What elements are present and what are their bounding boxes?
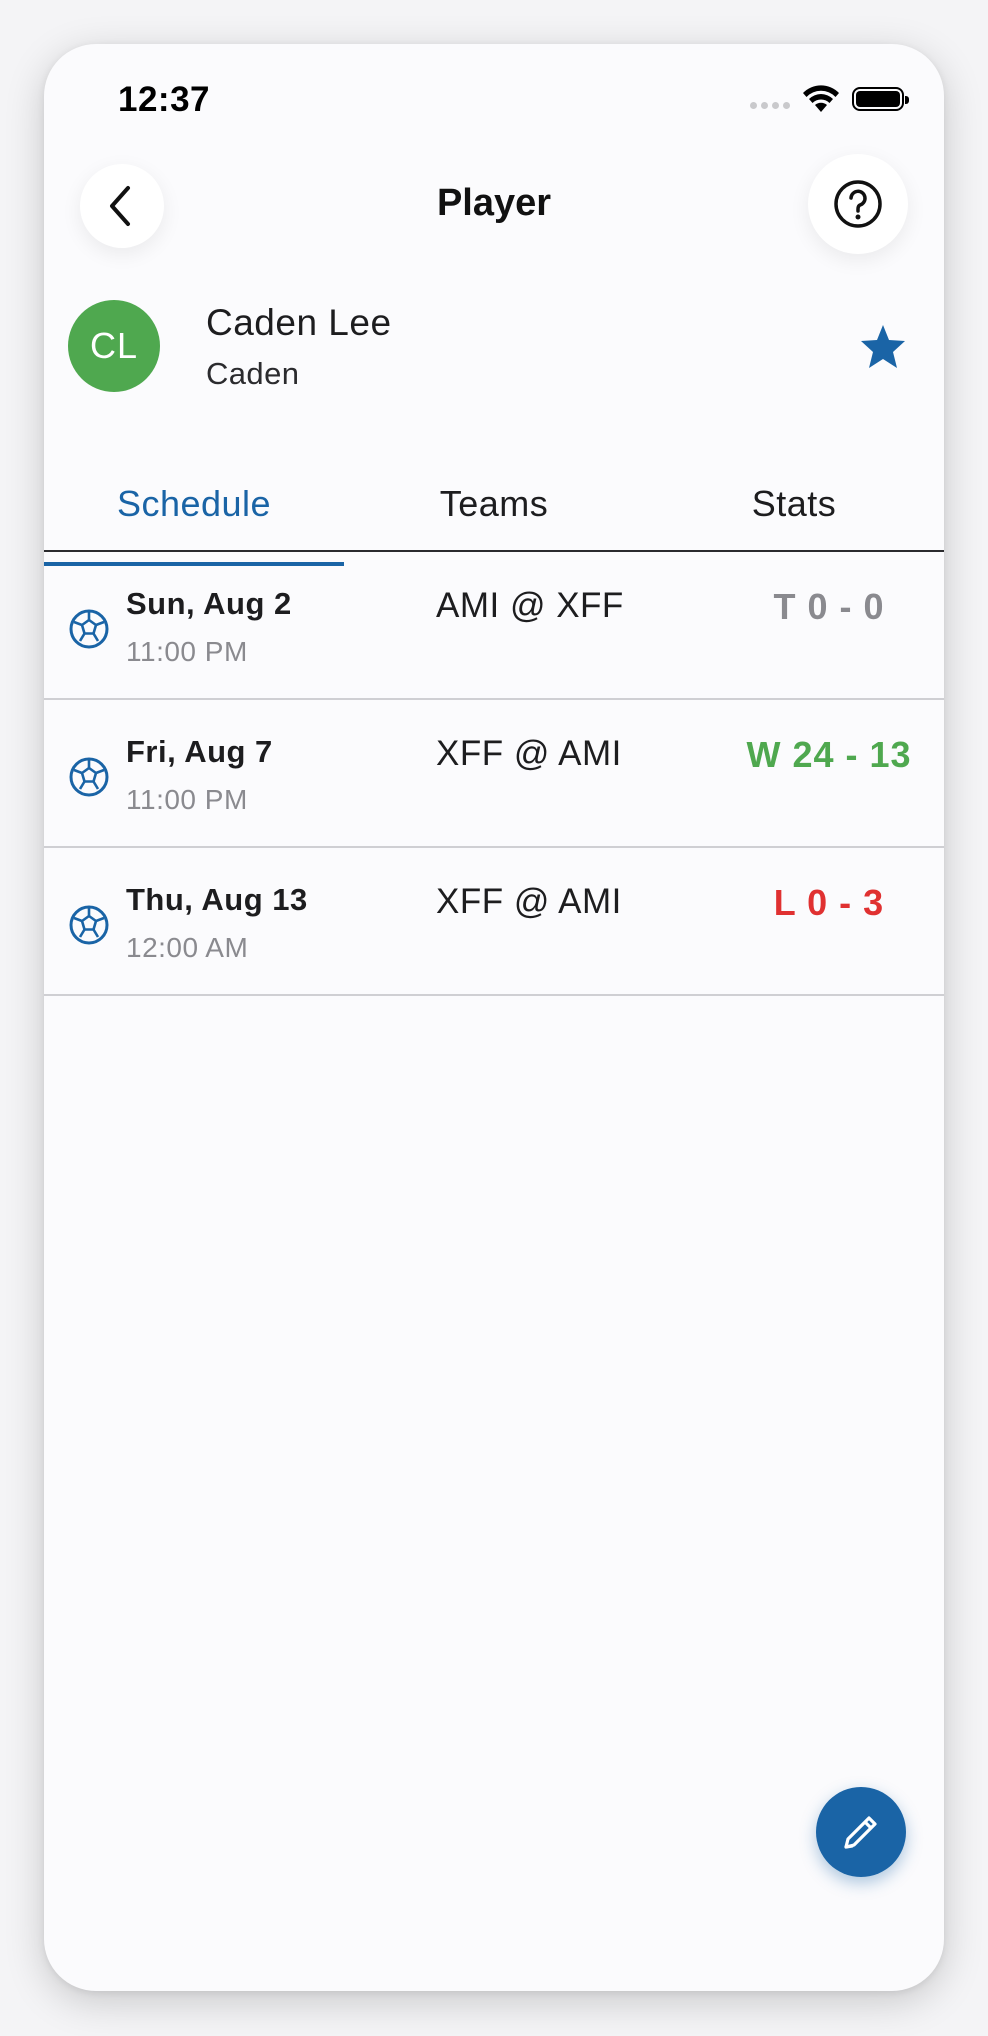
avatar: CL	[68, 300, 160, 392]
status-icons	[750, 84, 909, 114]
tab-teams[interactable]: Teams	[344, 474, 644, 550]
tab-stats[interactable]: Stats	[644, 474, 944, 550]
game-time: 11:00 PM	[126, 784, 248, 815]
wifi-icon	[803, 85, 839, 112]
game-matchup: XFF @ AMI	[436, 734, 622, 773]
star-icon	[861, 325, 905, 368]
game-row[interactable]: Thu, Aug 13 12:00 AM XFF @ AMI L 0 - 3	[44, 848, 944, 996]
edit-button[interactable]	[816, 1787, 906, 1877]
game-result: W 24 - 13	[746, 734, 912, 775]
soccer-ball-icon	[69, 609, 109, 649]
signal-icon	[750, 101, 790, 109]
soccer-ball-icon	[69, 757, 109, 797]
game-result: L 0 - 3	[773, 882, 885, 923]
favorite-button[interactable]	[858, 322, 908, 372]
game-matchup: XFF @ AMI	[436, 882, 622, 921]
game-date: Fri, Aug 7	[126, 734, 273, 769]
game-date: Thu, Aug 13	[126, 882, 308, 917]
battery-icon	[852, 87, 909, 111]
pencil-icon	[844, 1816, 877, 1849]
help-button[interactable]	[808, 154, 908, 254]
game-time: 11:00 PM	[126, 636, 248, 667]
game-row[interactable]: Sun, Aug 2 11:00 PM AMI @ XFF T 0 - 0	[44, 552, 944, 700]
schedule-list: Sun, Aug 2 11:00 PM AMI @ XFF T 0 - 0 Fr…	[44, 552, 944, 996]
status-time: 12:37	[118, 80, 211, 119]
game-time: 12:00 AM	[126, 932, 249, 963]
game-result: T 0 - 0	[773, 586, 885, 627]
soccer-ball-icon	[69, 905, 109, 945]
player-nickname: Caden	[206, 356, 300, 391]
game-date: Sun, Aug 2	[126, 586, 292, 621]
tab-schedule[interactable]: Schedule	[44, 474, 344, 566]
question-circle-icon	[834, 180, 882, 228]
tab-bar: Schedule Teams Stats	[44, 474, 944, 566]
phone-screen: 12:37 Player CL Caden Lee Caden Schedule…	[44, 44, 944, 1991]
game-matchup: AMI @ XFF	[436, 586, 624, 625]
game-row[interactable]: Fri, Aug 7 11:00 PM XFF @ AMI W 24 - 13	[44, 700, 944, 848]
player-name: Caden Lee	[206, 302, 392, 343]
